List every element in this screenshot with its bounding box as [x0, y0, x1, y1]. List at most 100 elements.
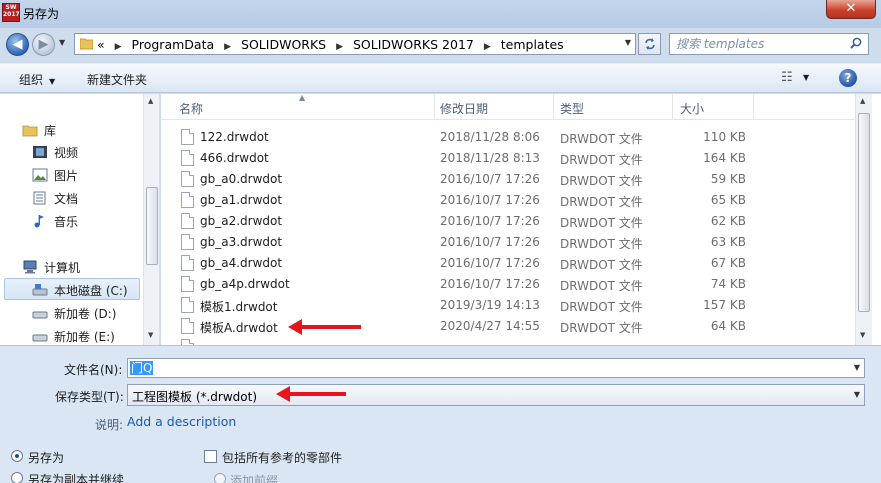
- file-icon: [181, 171, 194, 187]
- search-input[interactable]: [676, 36, 841, 52]
- forward-button[interactable]: ▶: [32, 33, 55, 56]
- sidebar-item-label: 新加卷 (E:): [54, 330, 115, 344]
- file-size: 63 KB: [710, 235, 746, 249]
- search-box[interactable]: [669, 33, 869, 55]
- scroll-down-icon[interactable]: ▼: [860, 331, 865, 339]
- sidebar-item-label: 新加卷 (D:): [54, 307, 117, 321]
- file-size: 65 KB: [710, 193, 746, 207]
- filename-label: 文件名(N):: [64, 363, 123, 377]
- table-row[interactable]: [161, 337, 858, 345]
- file-date: 2016/10/7 17:26: [440, 277, 540, 291]
- breadcrumb-solidworks-2017[interactable]: SOLIDWORKS 2017: [353, 37, 474, 52]
- file-date: 2016/10/7 17:26: [440, 256, 540, 270]
- chevron-right-icon[interactable]: ▶: [336, 42, 343, 52]
- include-references-checkbox[interactable]: [204, 450, 217, 463]
- save-as-radio[interactable]: [11, 450, 23, 462]
- address-bar[interactable]: « ▶ ProgramData ▶ SOLIDWORKS ▶ SOLIDWORK…: [74, 33, 636, 55]
- address-dropdown-icon[interactable]: ▼: [625, 38, 631, 47]
- chevron-right-icon[interactable]: ▶: [484, 42, 491, 52]
- refresh-icon: [644, 38, 655, 50]
- sidebar-item-drive-c[interactable]: 本地磁盘 (C:): [32, 282, 128, 302]
- organize-menu-button[interactable]: 组织 ▼: [19, 71, 55, 88]
- file-list-scrollbar[interactable]: ▲ ▼: [855, 94, 872, 345]
- table-row[interactable]: gb_a4p.drwdot 2016/10/7 17:26 DRWDOT 文件 …: [161, 274, 858, 295]
- file-size: 74 KB: [710, 277, 746, 291]
- savetype-select[interactable]: 工程图模板 (*.drwdot) ▼: [127, 384, 865, 406]
- back-button[interactable]: ◀: [6, 33, 29, 56]
- search-icon[interactable]: [850, 37, 862, 49]
- scroll-up-icon[interactable]: ▲: [860, 97, 865, 105]
- sidebar-item-pictures[interactable]: 图片: [32, 167, 78, 187]
- table-row[interactable]: gb_a4.drwdot 2016/10/7 17:26 DRWDOT 文件 6…: [161, 253, 858, 274]
- breadcrumb-programdata[interactable]: ProgramData: [132, 37, 215, 52]
- save-copy-radio[interactable]: [11, 472, 23, 483]
- chevron-right-icon[interactable]: ▶: [115, 42, 122, 52]
- sidebar-item-computer[interactable]: 计算机: [22, 259, 80, 279]
- table-row[interactable]: 122.drwdot 2018/11/28 8:06 DRWDOT 文件 110…: [161, 127, 858, 148]
- sidebar-item-video[interactable]: 视频: [32, 144, 78, 164]
- sidebar-item-drive-d[interactable]: 新加卷 (D:): [32, 305, 116, 325]
- new-folder-button[interactable]: 新建文件夹: [87, 71, 147, 88]
- table-row[interactable]: gb_a0.drwdot 2016/10/7 17:26 DRWDOT 文件 5…: [161, 169, 858, 190]
- view-options-dropdown-icon[interactable]: ▼: [803, 73, 809, 82]
- file-date: 2016/10/7 17:26: [440, 214, 540, 228]
- table-row[interactable]: 模板1.drwdot 2019/3/19 14:13 DRWDOT 文件 157…: [161, 295, 858, 316]
- column-header-size[interactable]: 大小: [680, 100, 704, 117]
- add-prefix-radio[interactable]: [214, 473, 226, 483]
- scroll-down-icon[interactable]: ▼: [148, 331, 153, 339]
- library-icon: [22, 125, 38, 137]
- scrollbar-thumb[interactable]: [146, 187, 158, 265]
- column-divider[interactable]: [753, 94, 754, 120]
- file-icon: [181, 192, 194, 208]
- refresh-button[interactable]: [638, 33, 661, 55]
- file-size: 62 KB: [710, 214, 746, 228]
- save-options-panel: 文件名(N): 门Q ▼ 保存类型(T): 工程图模板 (*.drwdot) ▼…: [0, 345, 881, 483]
- breadcrumb-solidworks[interactable]: SOLIDWORKS: [241, 37, 326, 52]
- chevron-right-icon[interactable]: ▶: [224, 42, 231, 52]
- table-row[interactable]: 466.drwdot 2018/11/28 8:13 DRWDOT 文件 164…: [161, 148, 858, 169]
- sidebar-item-documents[interactable]: 文档: [32, 190, 78, 210]
- table-row[interactable]: gb_a2.drwdot 2016/10/7 17:26 DRWDOT 文件 6…: [161, 211, 858, 232]
- video-icon: [33, 146, 47, 158]
- scrollbar-thumb[interactable]: [858, 113, 870, 312]
- sort-ascending-icon: ▲: [299, 94, 306, 102]
- column-divider[interactable]: [553, 94, 554, 120]
- column-header-date[interactable]: 修改日期: [440, 100, 488, 117]
- breadcrumb-overflow[interactable]: «: [97, 37, 105, 52]
- sidebar-item-music[interactable]: 音乐: [32, 213, 78, 233]
- add-description-link[interactable]: Add a description: [127, 414, 236, 429]
- column-divider[interactable]: [434, 94, 435, 120]
- close-button[interactable]: ✕: [826, 0, 876, 19]
- recent-pages-dropdown-icon[interactable]: ▼: [59, 38, 65, 47]
- column-divider[interactable]: [672, 94, 673, 120]
- table-row[interactable]: gb_a1.drwdot 2016/10/7 17:26 DRWDOT 文件 6…: [161, 190, 858, 211]
- file-icon: [181, 276, 194, 292]
- help-button[interactable]: ?: [839, 69, 857, 87]
- table-row[interactable]: gb_a3.drwdot 2016/10/7 17:26 DRWDOT 文件 6…: [161, 232, 858, 253]
- sidebar-item-label: 图片: [54, 169, 79, 183]
- file-icon: [181, 255, 194, 271]
- breadcrumb-templates[interactable]: templates: [501, 37, 564, 52]
- file-type: DRWDOT 文件: [560, 258, 643, 272]
- file-type: DRWDOT 文件: [560, 153, 643, 167]
- filename-field[interactable]: 门Q ▼: [127, 358, 865, 378]
- file-size: 67 KB: [710, 256, 746, 270]
- column-header-type[interactable]: 类型: [560, 100, 584, 117]
- file-size: 110 KB: [703, 130, 746, 144]
- chevron-down-icon[interactable]: ▼: [854, 390, 860, 399]
- description-label: 说明:: [95, 418, 124, 432]
- sidebar-item-library[interactable]: 库: [22, 122, 56, 142]
- scroll-up-icon[interactable]: ▲: [148, 97, 153, 105]
- view-options-icon[interactable]: ☷: [781, 70, 793, 85]
- file-icon: [181, 213, 194, 229]
- chevron-down-icon[interactable]: ▼: [854, 363, 860, 372]
- table-row[interactable]: 模板A.drwdot 2020/4/27 14:55 DRWDOT 文件 64 …: [161, 316, 858, 337]
- column-header-name[interactable]: 名称: [179, 100, 203, 117]
- file-type: DRWDOT 文件: [560, 300, 643, 314]
- file-icon: [181, 234, 194, 250]
- file-type: DRWDOT 文件: [560, 174, 643, 188]
- navigation-scrollbar[interactable]: ▲ ▼: [143, 94, 159, 345]
- file-type: DRWDOT 文件: [560, 216, 643, 230]
- sidebar-item-drive-e[interactable]: 新加卷 (E:): [32, 328, 115, 345]
- title-bar: SW 2017 另存为 ✕: [0, 0, 881, 28]
